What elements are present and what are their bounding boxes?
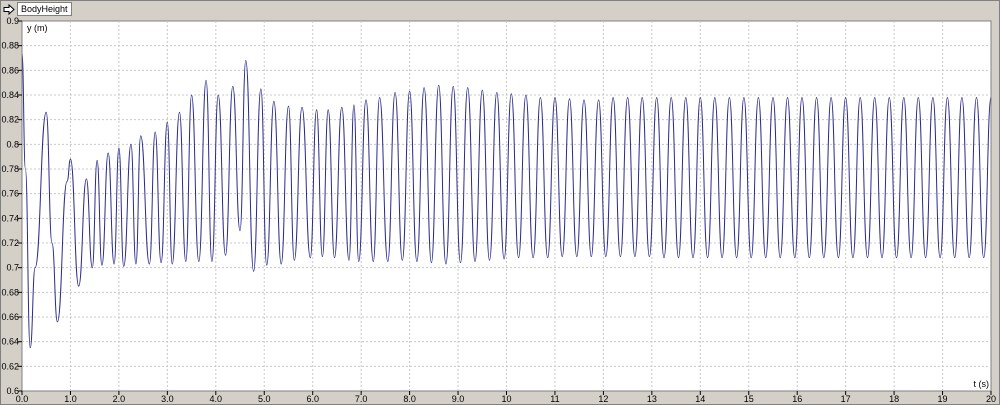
x-tick-label: 10 <box>501 394 511 404</box>
x-tick-label: 17 <box>841 394 851 404</box>
y-tick-label: 0.68 <box>1 287 19 297</box>
y-tick-label: 0.9 <box>6 16 19 26</box>
y-tick-label: 0.78 <box>1 164 19 174</box>
x-tick-label: 16 <box>792 394 802 404</box>
x-tick-label: 5.0 <box>258 394 271 404</box>
y-tick-label: 0.62 <box>1 361 19 371</box>
x-tick-label: 1.0 <box>64 394 77 404</box>
x-tick-label: 9.0 <box>452 394 465 404</box>
y-tick-label: 0.64 <box>1 337 19 347</box>
x-tick-label: 2.0 <box>113 394 126 404</box>
x-tick-label: 15 <box>744 394 754 404</box>
y-tick-label: 0.76 <box>1 189 19 199</box>
y-tick-label: 0.86 <box>1 65 19 75</box>
x-tick-label: 18 <box>889 394 899 404</box>
y-tick-label: 0.88 <box>1 41 19 51</box>
y-tick-label: 0.72 <box>1 238 19 248</box>
chart-window: BodyHeight 0.0 1.0 2.0 3.0 4.0 5.0 6.0 7.0 8.0 9.… <box>0 0 1000 405</box>
x-tick-label: 11 <box>550 394 559 404</box>
y-axis-label: y (m) <box>27 23 48 33</box>
x-tick-label: 13 <box>647 394 657 404</box>
x-tick-label: 7.0 <box>355 394 368 404</box>
x-tick-label: 6.0 <box>306 394 319 404</box>
x-tick-label: 12 <box>598 394 608 404</box>
x-tick-label: 8.0 <box>403 394 416 404</box>
y-tick-label: 0.8 <box>6 139 19 149</box>
x-tick-label: 14 <box>695 394 705 404</box>
y-tick-label: 0.6 <box>6 386 19 396</box>
y-tick-label: 0.74 <box>1 213 19 223</box>
y-tick-label: 0.66 <box>1 312 19 322</box>
y-tick-label: 0.7 <box>6 263 19 273</box>
x-axis-label: t (s) <box>974 379 990 389</box>
x-tick-label: 3.0 <box>161 394 174 404</box>
x-tick-label: 4.0 <box>210 394 223 404</box>
line-chart: 0.0 1.0 2.0 3.0 4.0 5.0 6.0 7.0 8.0 9.0 10 11 12 13 14… <box>1 16 996 404</box>
x-tick-label: 19 <box>938 394 948 404</box>
y-tick-label: 0.84 <box>1 90 19 100</box>
y-tick-label: 0.82 <box>1 115 19 125</box>
x-tick-label: 20 <box>986 394 996 404</box>
